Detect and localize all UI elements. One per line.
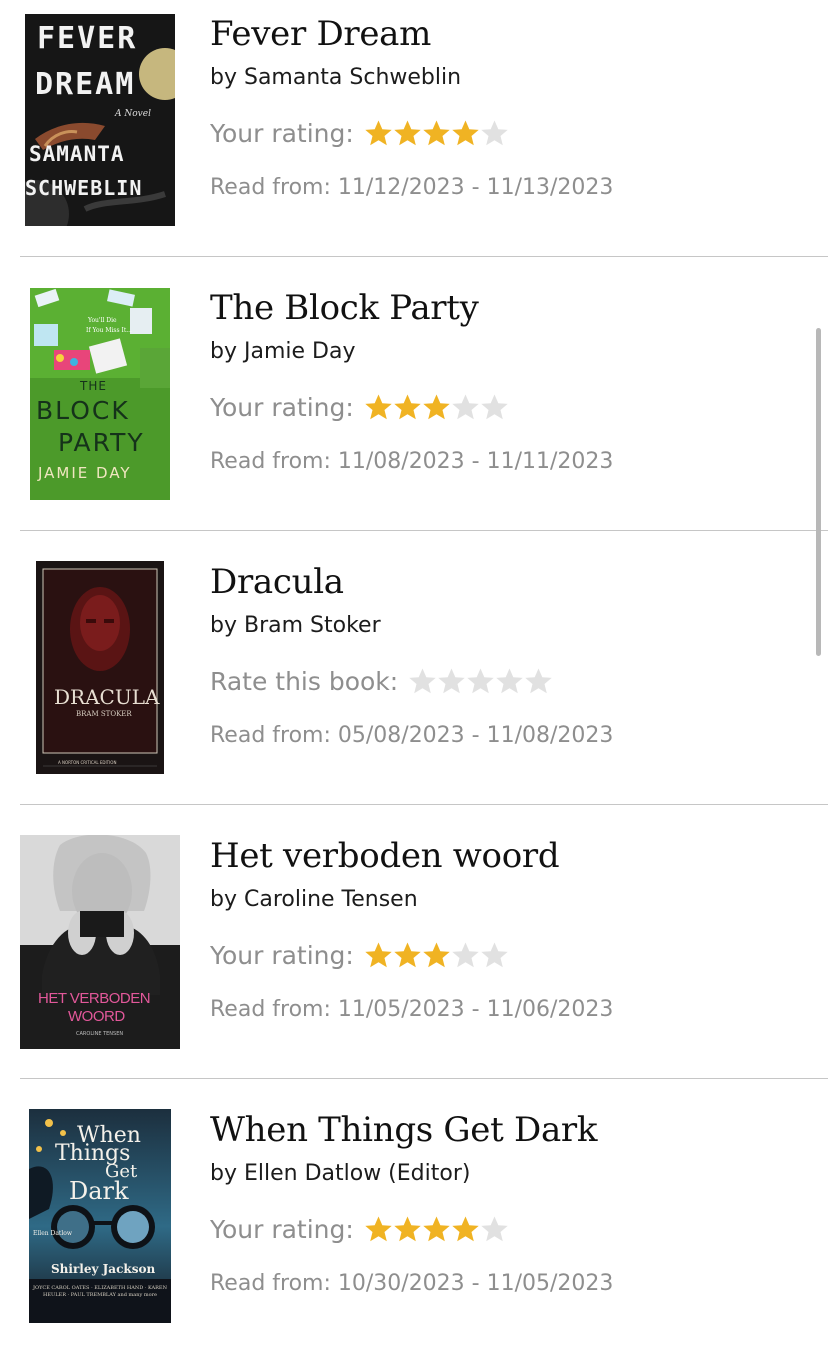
book-cover-fever-dream[interactable]: FEVER DREAM A Novel SAMANTA SCHWEBLIN xyxy=(25,14,175,226)
cover-title-dark: Dark xyxy=(69,1177,129,1205)
cover-title-line-1: FEVER xyxy=(37,21,138,56)
cover-author: JAMIE DAY xyxy=(38,464,132,482)
book-title[interactable]: When Things Get Dark xyxy=(210,1110,597,1150)
star-rating[interactable] xyxy=(408,667,553,695)
star-filled-icon[interactable] xyxy=(451,119,480,147)
cover-editor: Ellen Datlow xyxy=(33,1230,73,1237)
cover-title-line-2: DREAM xyxy=(35,67,136,102)
row-divider xyxy=(20,530,828,531)
star-rating[interactable] xyxy=(364,393,509,421)
star-empty-icon[interactable] xyxy=(451,941,480,969)
star-filled-icon[interactable] xyxy=(364,119,393,147)
rating-label: Your rating: xyxy=(210,940,354,970)
book-cover-dracula[interactable]: DRACULA BRAM STOKER A NORTON CRITICAL ED… xyxy=(36,561,164,774)
row-divider xyxy=(20,804,828,805)
cover-tribute: Shirley Jackson xyxy=(51,1262,156,1276)
star-empty-icon[interactable] xyxy=(495,667,524,695)
rating-label: Your rating: xyxy=(210,118,354,148)
star-filled-icon[interactable] xyxy=(422,119,451,147)
star-filled-icon[interactable] xyxy=(422,941,451,969)
book-author[interactable]: by Bram Stoker xyxy=(210,612,381,640)
cover-contributors: JOYCE CAROL OATES · ELIZABETH HAND · KAR… xyxy=(33,1285,167,1298)
cover-tagline-2: If You Miss It... xyxy=(86,327,132,334)
rating-line: Your rating: xyxy=(210,938,509,972)
star-filled-icon[interactable] xyxy=(393,941,422,969)
read-dates: Read from: 11/05/2023 - 11/06/2023 xyxy=(210,997,614,1022)
book-list: FEVER DREAM A Novel SAMANTA SCHWEBLIN Fe… xyxy=(0,0,828,1340)
cover-title-line-2: WOORD xyxy=(68,1008,125,1025)
book-title[interactable]: Fever Dream xyxy=(210,14,431,54)
cover-title-the: THE xyxy=(80,379,107,393)
book-title[interactable]: The Block Party xyxy=(210,288,479,328)
star-filled-icon[interactable] xyxy=(393,1215,422,1243)
star-rating[interactable] xyxy=(364,119,509,147)
rating-label: Rate this book: xyxy=(210,666,399,696)
cover-title-line-1: HET VERBODEN xyxy=(38,990,151,1007)
star-filled-icon[interactable] xyxy=(393,119,422,147)
cover-subtitle: A Novel xyxy=(115,109,151,119)
book-author[interactable]: by Samanta Schweblin xyxy=(210,64,461,92)
book-title[interactable]: Dracula xyxy=(210,562,344,602)
read-dates: Read from: 05/08/2023 - 11/08/2023 xyxy=(210,723,614,748)
star-empty-icon[interactable] xyxy=(480,393,509,421)
star-empty-icon[interactable] xyxy=(524,667,553,695)
star-empty-icon[interactable] xyxy=(437,667,466,695)
cover-author: CAROLINE TENSEN xyxy=(76,1031,124,1037)
rating-label: Your rating: xyxy=(210,392,354,422)
star-filled-icon[interactable] xyxy=(364,393,393,421)
cover-author-line-2: SCHWEBLIN xyxy=(25,176,143,200)
star-empty-icon[interactable] xyxy=(480,1215,509,1243)
star-empty-icon[interactable] xyxy=(480,941,509,969)
cover-author-line-1: SAMANTA xyxy=(29,142,125,166)
book-cover-the-block-party[interactable]: You'll Die If You Miss It... THE BLOCK P… xyxy=(30,288,170,500)
scrollbar[interactable] xyxy=(816,328,821,656)
book-cover-het-verboden-woord[interactable]: HET VERBODEN WOORD CAROLINE TENSEN xyxy=(20,835,180,1049)
cover-title: DRACULA xyxy=(54,685,160,709)
star-filled-icon[interactable] xyxy=(422,1215,451,1243)
star-filled-icon[interactable] xyxy=(422,393,451,421)
star-empty-icon[interactable] xyxy=(408,667,437,695)
star-rating[interactable] xyxy=(364,1215,509,1243)
star-rating[interactable] xyxy=(364,941,509,969)
cover-edition: A NORTON CRITICAL EDITION xyxy=(58,760,117,765)
read-dates: Read from: 11/12/2023 - 11/13/2023 xyxy=(210,175,614,200)
star-filled-icon[interactable] xyxy=(364,1215,393,1243)
book-author[interactable]: by Jamie Day xyxy=(210,338,355,366)
book-row[interactable]: FEVER DREAM A Novel SAMANTA SCHWEBLIN Fe… xyxy=(0,0,828,274)
book-cover-when-things-get-dark[interactable]: When Things Get Dark Ellen Datlow Shirle… xyxy=(29,1109,171,1323)
rating-line: Rate this book: xyxy=(210,664,553,698)
cover-art xyxy=(36,561,164,774)
star-empty-icon[interactable] xyxy=(480,119,509,147)
star-empty-icon[interactable] xyxy=(466,667,495,695)
book-row[interactable]: HET VERBODEN WOORD CAROLINE TENSEN Het v… xyxy=(0,822,828,1096)
star-empty-icon[interactable] xyxy=(451,393,480,421)
cover-title-party: PARTY xyxy=(58,428,145,457)
book-row[interactable]: You'll Die If You Miss It... THE BLOCK P… xyxy=(0,274,828,548)
row-divider xyxy=(20,1078,828,1079)
book-row[interactable]: When Things Get Dark Ellen Datlow Shirle… xyxy=(0,1096,828,1370)
rating-line: Your rating: xyxy=(210,390,509,424)
cover-title-block: BLOCK xyxy=(36,396,130,425)
book-row[interactable]: DRACULA BRAM STOKER A NORTON CRITICAL ED… xyxy=(0,548,828,822)
cover-author: BRAM STOKER xyxy=(76,710,132,718)
book-author[interactable]: by Caroline Tensen xyxy=(210,886,418,914)
rating-line: Your rating: xyxy=(210,116,509,150)
cover-tagline-1: You'll Die xyxy=(88,317,117,324)
star-filled-icon[interactable] xyxy=(393,393,422,421)
rating-label: Your rating: xyxy=(210,1214,354,1244)
read-dates: Read from: 10/30/2023 - 11/05/2023 xyxy=(210,1271,614,1296)
book-title[interactable]: Het verboden woord xyxy=(210,836,560,876)
star-filled-icon[interactable] xyxy=(364,941,393,969)
read-dates: Read from: 11/08/2023 - 11/11/2023 xyxy=(210,449,614,474)
row-divider xyxy=(20,256,828,257)
star-filled-icon[interactable] xyxy=(451,1215,480,1243)
rating-line: Your rating: xyxy=(210,1212,509,1246)
book-author[interactable]: by Ellen Datlow (Editor) xyxy=(210,1160,470,1188)
